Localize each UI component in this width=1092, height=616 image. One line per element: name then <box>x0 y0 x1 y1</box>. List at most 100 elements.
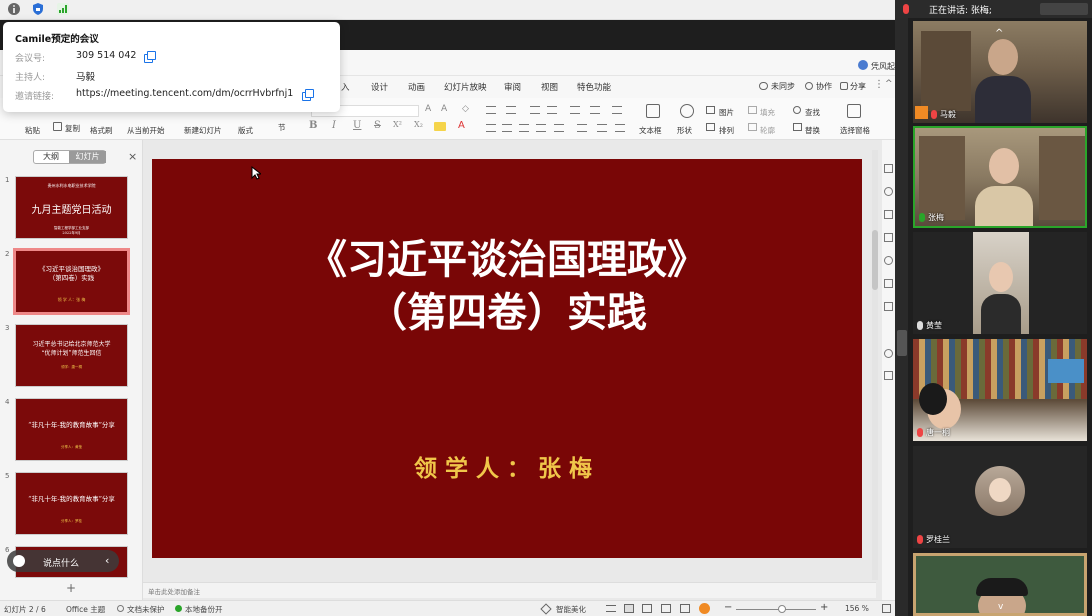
slide-thumbnail-1[interactable]: 贵州水利水电职业技术学院 九月主题党日活动 智能工程学部工业支部 2022年9月 <box>15 176 128 239</box>
video-tile-active-speaker[interactable]: 张梅 <box>913 126 1087 228</box>
justify-icon[interactable] <box>536 124 546 132</box>
info-icon[interactable] <box>7 2 21 16</box>
slide-presenter[interactable]: 领学人：张梅 <box>152 449 862 483</box>
chat-overlay[interactable]: 说点什么 ‹ <box>7 550 119 572</box>
menu-insert[interactable]: 入 <box>341 81 350 93</box>
fit-window-icon[interactable] <box>882 604 891 613</box>
video-tile[interactable]: ^ 马毅 <box>913 21 1087 123</box>
tool-icon[interactable] <box>884 302 893 311</box>
shape-button[interactable]: 形状 <box>677 125 692 136</box>
line-spacing-icon[interactable] <box>570 106 580 114</box>
video-tile[interactable]: 罗桂兰 <box>913 446 1087 548</box>
new-slide-button[interactable]: 新建幻灯片 <box>184 125 222 136</box>
font-color-icon[interactable]: A <box>458 120 465 131</box>
add-slide-button[interactable]: + <box>66 581 76 595</box>
outdent-icon[interactable] <box>530 106 540 114</box>
highlight-icon[interactable] <box>434 122 446 131</box>
current-slide[interactable]: 《习近平谈治国理政》 （第四卷）实践 领学人：张梅 <box>152 159 862 558</box>
text-direction-icon[interactable] <box>590 106 600 114</box>
emoji-icon[interactable] <box>13 555 25 567</box>
vertical-scrollbar[interactable] <box>872 150 878 580</box>
indent-icon[interactable] <box>547 106 557 114</box>
align-left-icon[interactable] <box>486 124 496 132</box>
layout-button[interactable]: 版式 <box>238 125 253 136</box>
bold-button[interactable]: B <box>309 120 317 131</box>
slide-thumbnail-2[interactable]: 《习近平谈治国理政》 （第四卷）实践 领 学 人：张 梅 <box>13 248 130 315</box>
backup-status[interactable]: 本地备份开 <box>185 604 223 615</box>
tool-icon[interactable] <box>884 233 893 242</box>
shrink-font-icon[interactable]: A <box>441 104 447 114</box>
video-tile[interactable]: v <box>913 553 1087 616</box>
zoom-level[interactable]: 156 % <box>845 604 869 613</box>
superscript-button[interactable]: X² <box>393 120 402 129</box>
invite-link-value[interactable]: https://meeting.tencent.com/dm/ocrrHvbrf… <box>76 88 293 99</box>
outline-button[interactable]: 轮廓 <box>760 125 775 136</box>
format-painter-button[interactable]: 格式刷 <box>90 125 113 136</box>
zoom-slider[interactable] <box>736 605 816 613</box>
play-from-current-button[interactable]: 从当前开始 <box>127 125 165 136</box>
numbering-icon[interactable] <box>506 106 516 114</box>
video-tile[interactable]: 黄莹 <box>913 232 1087 334</box>
chevron-down-icon[interactable]: v <box>998 602 1003 612</box>
para-settings-icon[interactable] <box>615 124 625 132</box>
zoom-slider-thumb[interactable] <box>778 605 786 613</box>
collab-button[interactable]: 协作 <box>816 81 832 92</box>
arrange-button[interactable]: 排列 <box>719 125 734 136</box>
normal-view-icon[interactable] <box>624 604 634 613</box>
collapse-panel-icon[interactable] <box>897 330 907 356</box>
user-name[interactable]: 凭风起 <box>871 61 895 72</box>
beautify-button[interactable]: 智能美化 <box>556 604 586 615</box>
tool-icon[interactable] <box>884 256 893 265</box>
columns-icon[interactable] <box>577 124 587 132</box>
menu-slideshow[interactable]: 幻灯片放映 <box>444 81 487 93</box>
reading-view-icon[interactable] <box>661 604 671 613</box>
chevron-up-icon[interactable]: ^ <box>995 28 1003 39</box>
play-icon[interactable] <box>699 603 710 614</box>
zoom-in-button[interactable]: + <box>820 602 828 613</box>
find-button[interactable]: 查找 <box>805 107 820 118</box>
more-icon[interactable]: ⋮ <box>874 79 884 90</box>
underline-button[interactable]: U <box>353 120 361 131</box>
sorter-view-icon[interactable] <box>642 604 652 613</box>
copy-id-icon[interactable] <box>144 51 156 63</box>
menu-view[interactable]: 视图 <box>541 81 558 93</box>
paste-button[interactable]: 粘贴 <box>25 125 40 136</box>
tool-icon[interactable] <box>884 371 893 380</box>
distribute-icon[interactable] <box>554 124 564 132</box>
collapse-ribbon-icon[interactable]: ^ <box>885 79 893 89</box>
shield-icon[interactable] <box>31 2 45 16</box>
para-spacing-icon[interactable] <box>597 124 607 132</box>
grow-font-icon[interactable]: A <box>425 104 431 114</box>
window-controls[interactable] <box>1040 3 1088 15</box>
slide-thumbnail-3[interactable]: 习近平总书记给北京师范大学 “优师计划”师范生回信 领学：唐一桐 <box>15 324 128 387</box>
align-right-icon[interactable] <box>519 124 529 132</box>
share-button[interactable]: 分享 <box>850 81 866 92</box>
slide-thumbnail-4[interactable]: “非凡十年-我的教育故事”分享 分享人：黄莹 <box>15 398 128 461</box>
protect-status[interactable]: 文档未保护 <box>127 604 165 615</box>
menu-review[interactable]: 审阅 <box>504 81 521 93</box>
presenter-view-icon[interactable] <box>680 604 690 613</box>
tab-slides[interactable]: 幻灯片 <box>69 151 106 163</box>
menu-design[interactable]: 设计 <box>371 81 388 93</box>
textbox-button[interactable]: 文本框 <box>639 125 662 136</box>
sync-status[interactable]: 未同步 <box>771 81 795 92</box>
section-button[interactable]: 节 <box>278 122 286 133</box>
menu-animation[interactable]: 动画 <box>408 81 425 93</box>
video-tile[interactable]: 唐一桐 <box>913 339 1087 441</box>
theme-name[interactable]: Office 主题 <box>66 604 105 615</box>
strikethrough-button[interactable]: S <box>374 120 381 131</box>
menu-features[interactable]: 特色功能 <box>577 81 611 93</box>
bullets-icon[interactable] <box>486 106 496 114</box>
fill-button[interactable]: 填充 <box>760 107 775 118</box>
zoom-out-button[interactable]: − <box>724 602 732 613</box>
copy-link-icon[interactable] <box>302 89 314 101</box>
replace-button[interactable]: 替换 <box>805 125 820 136</box>
notes-toggle-icon[interactable] <box>606 605 616 612</box>
tool-icon[interactable] <box>884 187 893 196</box>
scroll-thumb[interactable] <box>872 230 878 290</box>
slide-title[interactable]: 《习近平谈治国理政》 （第四卷）实践 <box>152 233 862 339</box>
tool-icon[interactable] <box>884 210 893 219</box>
tool-icon[interactable] <box>884 164 893 173</box>
copy-button[interactable]: 复制 <box>65 123 80 134</box>
user-avatar-icon[interactable] <box>858 60 868 70</box>
